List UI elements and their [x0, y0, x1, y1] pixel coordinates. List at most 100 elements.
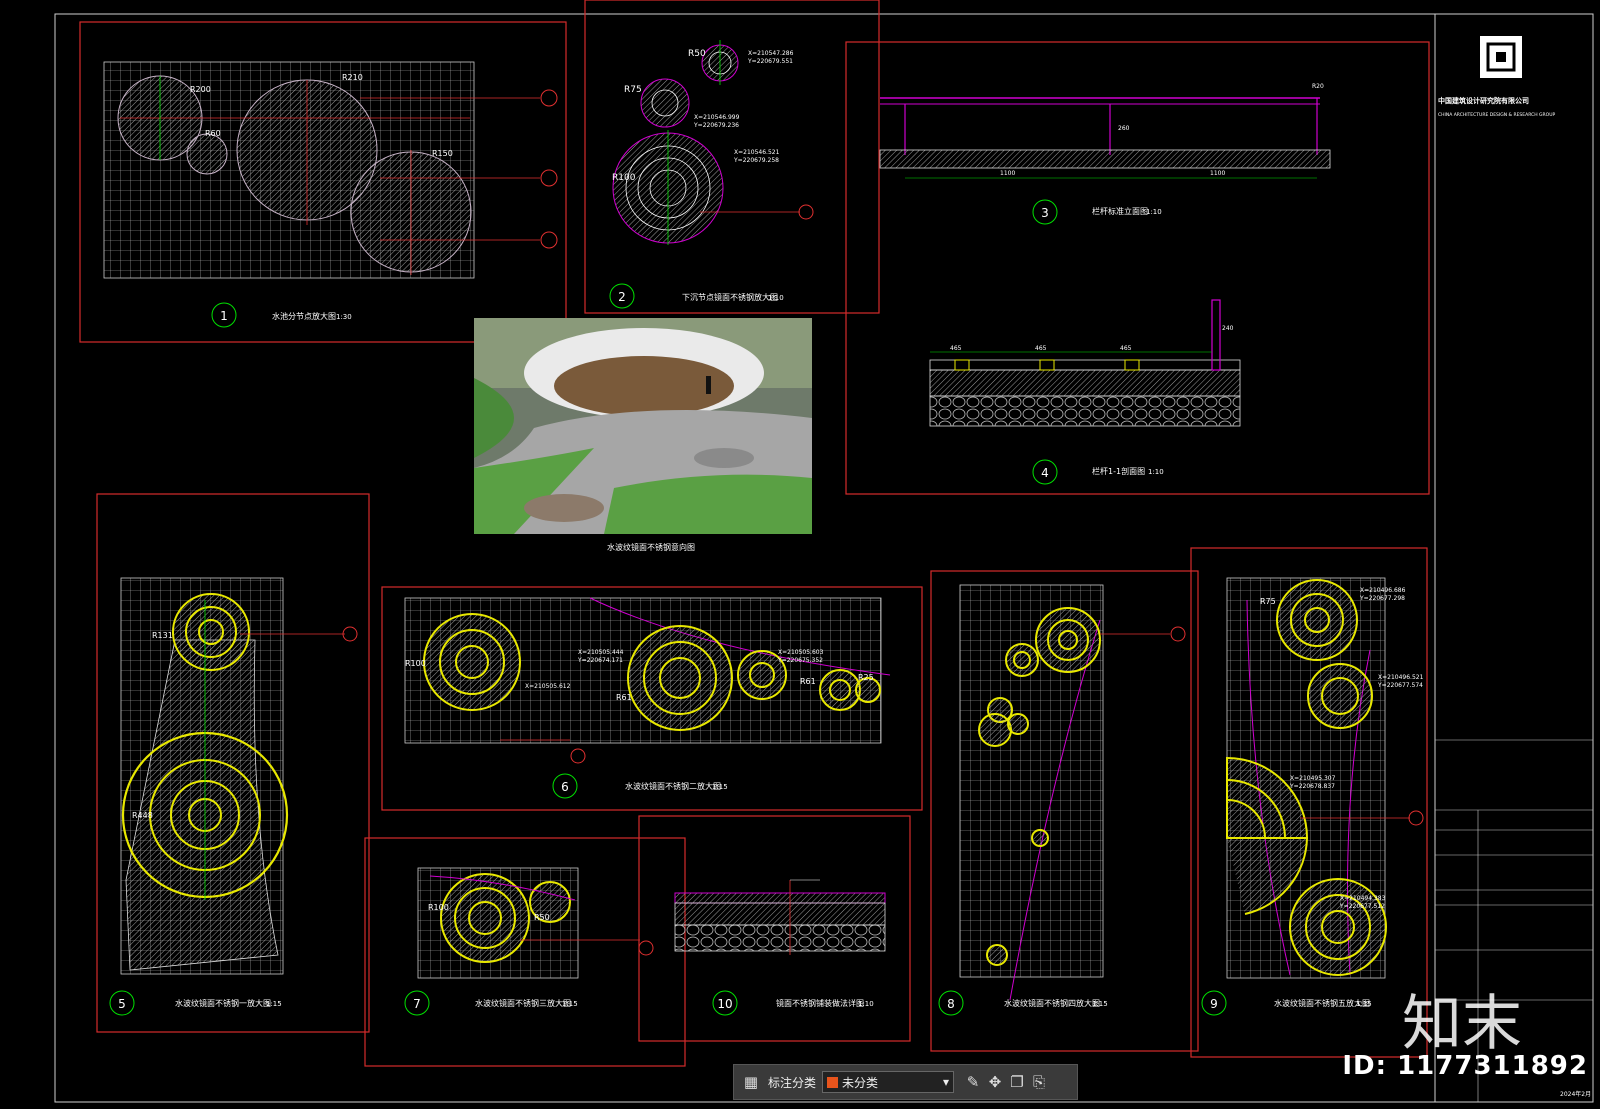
panel-scale: 1:15 [266, 1000, 282, 1008]
panel-title: 水波纹镜面不锈钢三放大图 [475, 998, 571, 1008]
dimension-label: 260 [1118, 125, 1130, 132]
watermark-brand: 知末 [1402, 989, 1522, 1059]
panel-number: 7 [413, 997, 421, 1011]
panel-9: R75 X=210496.686 Y=220677.298 X=210496.5… [1190, 547, 1428, 1058]
dimension-label: 465 [1035, 345, 1047, 352]
panel-scale: 1:10 [1148, 468, 1164, 476]
coord-label: Y=220679.258 [733, 157, 779, 164]
panel-title: 水波纹镜面不锈钢二放大图 [625, 781, 721, 791]
panel-number: 10 [717, 997, 732, 1011]
radius-label: R50 [534, 913, 550, 922]
grid-apps-icon[interactable]: ▦ [740, 1071, 762, 1093]
panel-scale: 1:15 [562, 1000, 578, 1008]
dimension-label: 465 [1120, 345, 1132, 352]
radius-label: R100 [405, 659, 426, 668]
dimension-label: R20 [1312, 83, 1324, 90]
panel-scale: 1:10 [1146, 208, 1162, 216]
coord-label: X=210496.521 [1378, 674, 1424, 681]
coord-label: X=210546.521 [734, 149, 780, 156]
dimension-label: 1100 [1000, 170, 1015, 177]
panel-number: 6 [561, 780, 569, 794]
panel-scale: 1:10 [768, 294, 784, 302]
panel-scale: 1:10 [858, 1000, 874, 1008]
panel-10: 10 镜面不锈钢铺装做法详图 1:10 [638, 815, 911, 1042]
category-selected-value: 未分类 [842, 1075, 879, 1090]
panel-number: 3 [1041, 206, 1049, 220]
coord-label: X=210494.383 [1340, 895, 1386, 902]
dimension-label: 1100 [1210, 170, 1225, 177]
cad-drawing-canvas: R200 R210 R60 R150 1 水池分节点放大图 1:30 R50 R… [54, 0, 1594, 1103]
panel-number: 8 [947, 997, 955, 1011]
coord-label: Y=220674.171 [577, 657, 623, 664]
drawing-date: 2024年2月 [1560, 1090, 1591, 1098]
annotation-category-select[interactable]: 未分类 ▾ [822, 1071, 955, 1093]
coord-label: Y=220675.352 [777, 657, 823, 664]
move-icon[interactable]: ✥ [984, 1071, 1006, 1093]
radius-label: R100 [612, 173, 636, 183]
panel-scale: 1:30 [336, 313, 352, 321]
coord-label: Y=220677.574 [1377, 682, 1423, 689]
annotation-category-label: 标注分类 [768, 1075, 817, 1090]
radius-label: R61 [616, 693, 632, 702]
coord-label: Y=220677.512 [1339, 903, 1385, 910]
company-name-en: CHINA ARCHITECTURE DESIGN & RESEARCH GRO… [1438, 112, 1556, 118]
category-color-swatch [827, 1076, 839, 1088]
coord-label: Y=220677.298 [1359, 595, 1405, 602]
reference-photo [474, 318, 812, 534]
photo-caption: 水波纹镜面不锈钢意向图 [607, 542, 695, 552]
panel-scale: 1:15 [712, 783, 728, 791]
coord-label: X=210495.307 [1290, 775, 1336, 782]
radius-label: R50 [688, 49, 706, 59]
dimension-label: 465 [950, 345, 962, 352]
coord-label: X=210505.612 [525, 683, 571, 690]
panel-title: 水波纹镜面不锈钢四放大图 [1004, 998, 1100, 1008]
chevron-down-icon: ▾ [942, 1075, 950, 1089]
panel-title: 镜面不锈钢铺装做法详图 [776, 998, 864, 1008]
panel-title: 水池分节点放大图 [272, 311, 336, 321]
panel-title: 栏杆标准立面图 [1092, 206, 1148, 216]
radius-label: R25 [858, 673, 874, 682]
title-block: 中国建筑设计研究院有限公司 CHINA ARCHITECTURE DESIGN … [1435, 36, 1593, 1102]
radius-label: R448 [132, 811, 153, 820]
panel-2: R50 R75 R100 X=210547.286 Y=220679.551 X… [584, 0, 880, 314]
panel-4: 465 465 465 240 4 栏杆1-1剖面图 1:10 [929, 299, 1241, 485]
panel-number: 9 [1210, 997, 1218, 1011]
panel-number: 5 [118, 997, 126, 1011]
radius-label: R150 [432, 149, 453, 158]
radius-label: R61 [800, 677, 816, 686]
pool-circle [186, 133, 228, 175]
panel-8: 8 水波纹镜面不锈钢四放大图 1:15 [930, 570, 1199, 1052]
panel-title: 栏杆1-1剖面图 [1092, 466, 1145, 476]
watermark-id: ID: 1177311892 [1342, 1051, 1588, 1081]
radius-label: R60 [205, 129, 221, 138]
panel-scale: 1:15 [1092, 1000, 1108, 1008]
dimension-label: 240 [1222, 325, 1234, 332]
paste-icon[interactable]: ⎘ [1028, 1071, 1050, 1093]
radius-label: R131 [152, 631, 173, 640]
panel-6: R100 R61 R61 R25 X=210505.444 Y=220674.1… [381, 586, 923, 811]
coord-label: Y=220679.551 [747, 58, 793, 65]
coord-label: X=210505.603 [778, 649, 824, 656]
panel-number: 1 [220, 309, 228, 323]
coord-label: X=210496.686 [1360, 587, 1406, 594]
radius-label: R210 [342, 73, 363, 82]
panel-number: 2 [618, 290, 626, 304]
coord-label: Y=220679.236 [693, 122, 739, 129]
company-name: 中国建筑设计研究院有限公司 [1438, 96, 1529, 105]
panel-1: R200 R210 R60 R150 1 水池分节点放大图 1:30 [79, 21, 567, 343]
panel-7: R100 R50 7 水波纹镜面不锈钢三放大图 1:15 [364, 837, 686, 1067]
copy-icon[interactable]: ❐ [1006, 1071, 1028, 1093]
coord-label: X=210546.999 [694, 114, 740, 121]
panel-title: 水波纹镜面不锈钢一放大图 [175, 998, 271, 1008]
radius-label: R75 [1260, 597, 1276, 606]
panel-5: R131 R448 5 水波纹镜面不锈钢一放大图 1:15 [96, 493, 370, 1033]
radius-label: R100 [428, 903, 449, 912]
panel-number: 4 [1041, 466, 1049, 480]
radius-label: R200 [190, 85, 211, 94]
panel-title: 下沉节点镜面不锈钢放大图 [682, 292, 778, 302]
coord-label: X=210505.444 [578, 649, 624, 656]
coord-label: X=210547.286 [748, 50, 794, 57]
radius-label: R75 [624, 85, 642, 95]
edit-icon[interactable]: ✎ [962, 1071, 984, 1093]
coord-label: Y=220678.837 [1289, 783, 1335, 790]
